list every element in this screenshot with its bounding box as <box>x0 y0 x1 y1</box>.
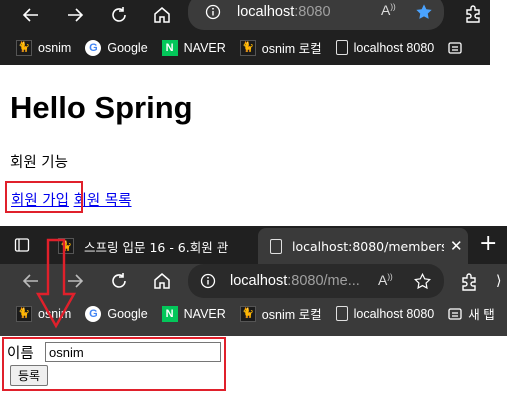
member-feature-label: 회원 기능 <box>10 155 68 171</box>
home-icon <box>154 7 170 23</box>
home-button[interactable] <box>147 0 177 30</box>
url-host: localhost <box>230 273 288 289</box>
extensions-icon[interactable] <box>459 272 479 292</box>
refresh-icon <box>112 7 126 22</box>
naver-favicon-icon: N <box>161 305 178 322</box>
name-input[interactable] <box>45 342 221 362</box>
home-icon <box>154 273 170 289</box>
bookmarks-bar: 🐈 osnim G Google N NAVER 🐈 osnim 로컬 localhos… <box>16 38 476 57</box>
page-heading: Hello Spring <box>10 90 193 125</box>
bookmark-osnim[interactable]: 🐈 osnim <box>16 39 71 56</box>
google-favicon-icon: G <box>85 305 102 322</box>
folder-icon <box>448 41 462 54</box>
refresh-button[interactable] <box>104 266 134 296</box>
refresh-icon <box>112 273 126 288</box>
forward-button[interactable] <box>60 0 90 30</box>
name-label: 이름 <box>7 346 34 362</box>
bookmark-osnim-local[interactable]: 🐈 osnim 로컬 <box>239 304 322 323</box>
bookmark-naver[interactable]: N NAVER <box>161 305 226 322</box>
refresh-button[interactable] <box>104 0 134 30</box>
google-favicon-icon: G <box>85 39 102 56</box>
tab-spring-lecture[interactable]: 🐈 스프링 입문 16 - 6.회원 관리 <box>52 228 252 264</box>
back-button[interactable] <box>16 0 46 30</box>
read-aloud-icon[interactable]: A)) <box>378 272 393 288</box>
bookmark-folder-partial[interactable] <box>448 41 462 55</box>
bookmark-osnim-local[interactable]: 🐈 osnim 로컬 <box>239 38 322 57</box>
naver-favicon-icon: N <box>161 39 178 56</box>
cat-favicon-icon: 🐈 <box>16 305 32 322</box>
read-aloud-icon[interactable]: A)) <box>381 2 396 18</box>
cat-favicon-icon: 🐈 <box>239 39 256 56</box>
address-bar[interactable]: localhost :8080 A)) <box>188 0 444 30</box>
extensions-icon[interactable] <box>463 4 483 24</box>
back-arrow-icon <box>22 8 38 22</box>
address-bar[interactable]: localhost :8080/me... A)) <box>188 264 444 298</box>
url-path: :8080/me... <box>287 273 360 289</box>
bookmark-localhost-8080[interactable]: localhost 8080 <box>335 40 434 55</box>
cat-favicon-icon: 🐈 <box>16 39 32 56</box>
info-icon <box>205 4 221 20</box>
tab-actions-icon[interactable] <box>14 237 30 253</box>
highlight-box-join-link <box>5 181 83 213</box>
page-favicon-icon <box>270 238 282 254</box>
favorite-star-icon[interactable] <box>415 3 433 21</box>
bookmark-naver[interactable]: N NAVER <box>161 39 226 56</box>
tab-title: 스프링 입문 16 - 6.회원 관리 <box>84 239 229 255</box>
tab-title: localhost:8080/members/new <box>292 238 444 254</box>
overflow-edge-icon: ⟩ <box>496 273 502 289</box>
bookmark-localhost-8080[interactable]: localhost 8080 <box>335 306 434 321</box>
annotation-arrow-icon <box>35 238 77 329</box>
favorite-star-icon[interactable] <box>414 273 431 290</box>
tab-close-icon[interactable]: ✕ <box>450 237 463 255</box>
bookmark-google[interactable]: G Google <box>85 39 148 56</box>
bookmarks-bar: 🐈 osnim G Google N NAVER 🐈 osnim 로컬 localhos… <box>16 304 507 323</box>
bookmark-new-tab-partial[interactable]: 새 탭 <box>448 304 495 323</box>
browser-window-top: localhost :8080 A)) 🐈 osnim G Google N NAVE… <box>0 0 490 65</box>
cat-favicon-icon: 🐈 <box>239 305 256 322</box>
page-favicon-icon <box>335 306 348 321</box>
register-button[interactable]: 등록 <box>10 365 48 386</box>
info-icon <box>200 273 216 289</box>
page-favicon-icon <box>335 40 348 55</box>
new-tab-button[interactable]: + <box>479 231 497 256</box>
url-port: :8080 <box>294 4 331 20</box>
forward-arrow-icon <box>68 8 84 22</box>
home-button[interactable] <box>147 266 177 296</box>
url-host: localhost <box>237 4 295 20</box>
bookmark-google[interactable]: G Google <box>85 305 148 322</box>
tab-members-new[interactable]: localhost:8080/members/new ✕ <box>258 228 468 264</box>
folder-icon <box>448 307 462 320</box>
